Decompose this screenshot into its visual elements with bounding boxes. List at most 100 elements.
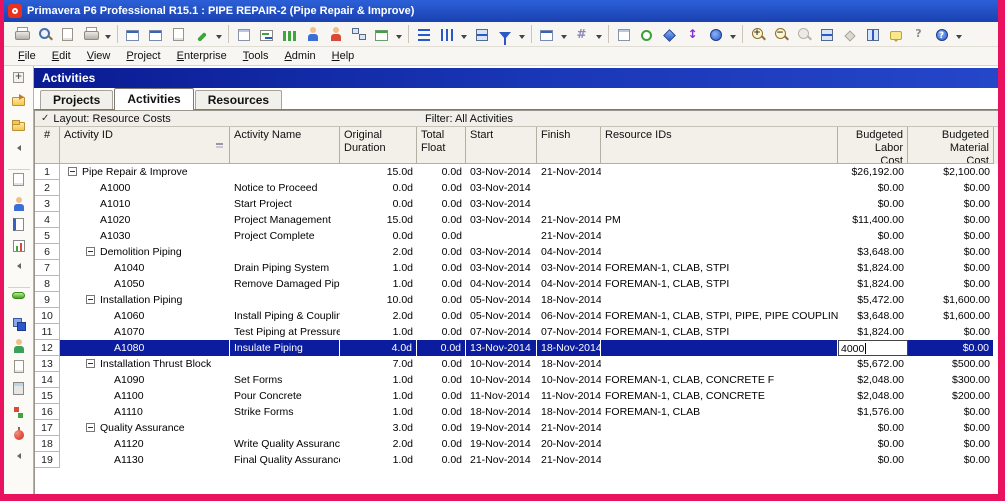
- cell-id[interactable]: Demolition Piping: [60, 244, 230, 260]
- menu-item-file[interactable]: File: [10, 48, 44, 64]
- cell-finish[interactable]: 18-Nov-2014: [537, 404, 601, 420]
- cell-dur[interactable]: 10.0d: [340, 292, 417, 308]
- cell-res[interactable]: FOREMAN-1, CLAB, STPI: [601, 276, 838, 292]
- table-row[interactable]: 10 A1060 Install Piping & Coupling: 2.0d 0.0…: [35, 308, 998, 324]
- cell-labor[interactable]: $11,400.00: [838, 212, 908, 228]
- cell-labor[interactable]: $3,648.00: [838, 244, 908, 260]
- cell-float[interactable]: 0.0d: [417, 244, 466, 260]
- table-row[interactable]: 12 A1080 Insulate Piping 4.0d 0.0d 13-Nov-201…: [35, 340, 998, 356]
- cell-name[interactable]: Pour Concrete: [230, 388, 340, 404]
- menu-item-view[interactable]: View: [79, 48, 119, 64]
- cell-mat[interactable]: $0.00: [908, 260, 994, 276]
- cell-start[interactable]: 19-Nov-2014: [466, 420, 537, 436]
- cell-mat[interactable]: $200.00: [908, 388, 994, 404]
- activity-details-icon[interactable]: [612, 24, 635, 45]
- column-header-name[interactable]: Activity Name: [230, 127, 340, 164]
- documents-icon[interactable]: [7, 360, 31, 381]
- cell-float[interactable]: 0.0d: [417, 388, 466, 404]
- cell-finish[interactable]: 20-Nov-2014: [537, 436, 601, 452]
- cell-float[interactable]: 0.0d: [417, 324, 466, 340]
- cell-res[interactable]: FOREMAN-1, CLAB, CONCRETE F: [601, 372, 838, 388]
- table-row[interactable]: 8 A1050 Remove Damaged Pipir 1.0d 0.0d 04-Nov…: [35, 276, 998, 292]
- cell-res[interactable]: FOREMAN-1, CLAB, STPI, PIPE, PIPE COUPLI…: [601, 308, 838, 324]
- cell-start[interactable]: 19-Nov-2014: [466, 436, 537, 452]
- level-resources-icon[interactable]: [681, 24, 704, 45]
- menu-item-admin[interactable]: Admin: [276, 48, 323, 64]
- cell-mat[interactable]: $0.00: [908, 276, 994, 292]
- cell-start[interactable]: 11-Nov-2014: [466, 388, 537, 404]
- cell-id[interactable]: A1050: [60, 276, 230, 292]
- columns-icon[interactable]: [435, 24, 458, 45]
- cell-id[interactable]: Quality Assurance: [60, 420, 230, 436]
- cell-finish[interactable]: 04-Nov-2014: [537, 244, 601, 260]
- table-row[interactable]: 9 Installation Piping 10.0d 0.0d 05-Nov-2014…: [35, 292, 998, 308]
- table-row[interactable]: 5 A1030 Project Complete 0.0d 0.0d 21-Nov-201…: [35, 228, 998, 244]
- column-header-res[interactable]: Resource IDs: [601, 127, 838, 164]
- assign-resources-icon[interactable]: [658, 24, 681, 45]
- cell-finish[interactable]: 04-Nov-2014: [537, 276, 601, 292]
- cell-num[interactable]: 1: [35, 164, 60, 180]
- menu-item-tools[interactable]: Tools: [235, 48, 277, 64]
- cell-mat[interactable]: $0.00: [908, 340, 994, 356]
- table-row[interactable]: 17 Quality Assurance 3.0d 0.0d 19-Nov-2014 21…: [35, 420, 998, 436]
- help-icon[interactable]: [907, 24, 930, 45]
- cell-dur[interactable]: 2.0d: [340, 244, 417, 260]
- open-layout-icon[interactable]: [121, 24, 144, 45]
- cell-start[interactable]: 03-Nov-2014: [466, 260, 537, 276]
- cell-num[interactable]: 3: [35, 196, 60, 212]
- cell-labor[interactable]: $0.00: [838, 436, 908, 452]
- cell-labor[interactable]: $2,048.00: [838, 388, 908, 404]
- cell-res[interactable]: [601, 292, 838, 308]
- split-horizontal-icon[interactable]: [815, 24, 838, 45]
- cell-dur[interactable]: 2.0d: [340, 308, 417, 324]
- cell-dur[interactable]: 4.0d: [340, 340, 417, 356]
- cell-name[interactable]: Project Management: [230, 212, 340, 228]
- cell-num[interactable]: 4: [35, 212, 60, 228]
- cell-start[interactable]: [466, 228, 537, 244]
- cell-dur[interactable]: 15.0d: [340, 212, 417, 228]
- collapse-toggle[interactable]: [86, 247, 95, 256]
- cell-id[interactable]: A1110: [60, 404, 230, 420]
- cell-dur[interactable]: 1.0d: [340, 372, 417, 388]
- cell-mat[interactable]: $1,600.00: [908, 292, 994, 308]
- menu-item-enterprise[interactable]: Enterprise: [169, 48, 235, 64]
- cell-id[interactable]: A1070: [60, 324, 230, 340]
- cell-name[interactable]: Remove Damaged Pipir: [230, 276, 340, 292]
- cell-id[interactable]: Pipe Repair & Improve: [60, 164, 230, 180]
- table-row[interactable]: 13 Installation Thrust Block 7.0d 0.0d 10-No…: [35, 356, 998, 372]
- cell-start[interactable]: 05-Nov-2014: [466, 308, 537, 324]
- cell-dur[interactable]: 1.0d: [340, 324, 417, 340]
- cell-float[interactable]: 0.0d: [417, 436, 466, 452]
- cell-res[interactable]: [601, 164, 838, 180]
- cell-start[interactable]: 10-Nov-2014: [466, 356, 537, 372]
- cell-start[interactable]: 03-Nov-2014: [466, 212, 537, 228]
- cell-float[interactable]: 0.0d: [417, 372, 466, 388]
- copy-picture-icon[interactable]: [167, 24, 190, 45]
- cell-dur[interactable]: 1.0d: [340, 452, 417, 468]
- cell-finish[interactable]: 21-Nov-2014: [537, 228, 601, 244]
- cell-float[interactable]: 0.0d: [417, 164, 466, 180]
- help-dropdown-caret[interactable]: [953, 24, 965, 45]
- gantt-chart-icon[interactable]: [255, 24, 278, 45]
- close-project-icon[interactable]: [7, 120, 31, 143]
- cell-dur[interactable]: 3.0d: [340, 420, 417, 436]
- print-icon[interactable]: [10, 24, 33, 45]
- cell-start[interactable]: 03-Nov-2014: [466, 164, 537, 180]
- zoom-in-icon[interactable]: [746, 24, 769, 45]
- cut-row-icon[interactable]: [190, 24, 213, 45]
- cell-id[interactable]: A1090: [60, 372, 230, 388]
- cell-name[interactable]: Strike Forms: [230, 404, 340, 420]
- cell-num[interactable]: 9: [35, 292, 60, 308]
- table-row[interactable]: 7 A1040 Drain Piping System 1.0d 0.0d 03-Nov-…: [35, 260, 998, 276]
- cell-float[interactable]: 0.0d: [417, 452, 466, 468]
- column-header-mat[interactable]: Budgeted Material Cost: [908, 127, 994, 164]
- online-help-icon[interactable]: [930, 24, 953, 45]
- cell-name[interactable]: Final Quality Assurance: [230, 452, 340, 468]
- collapse-bar-arrow-2[interactable]: [7, 263, 31, 284]
- cell-mat[interactable]: $1,600.00: [908, 308, 994, 324]
- focus-icon[interactable]: [838, 24, 861, 45]
- cell-name[interactable]: Drain Piping System: [230, 260, 340, 276]
- cell-num[interactable]: 6: [35, 244, 60, 260]
- tab-projects[interactable]: Projects: [40, 90, 114, 109]
- menu-item-help[interactable]: Help: [324, 48, 363, 64]
